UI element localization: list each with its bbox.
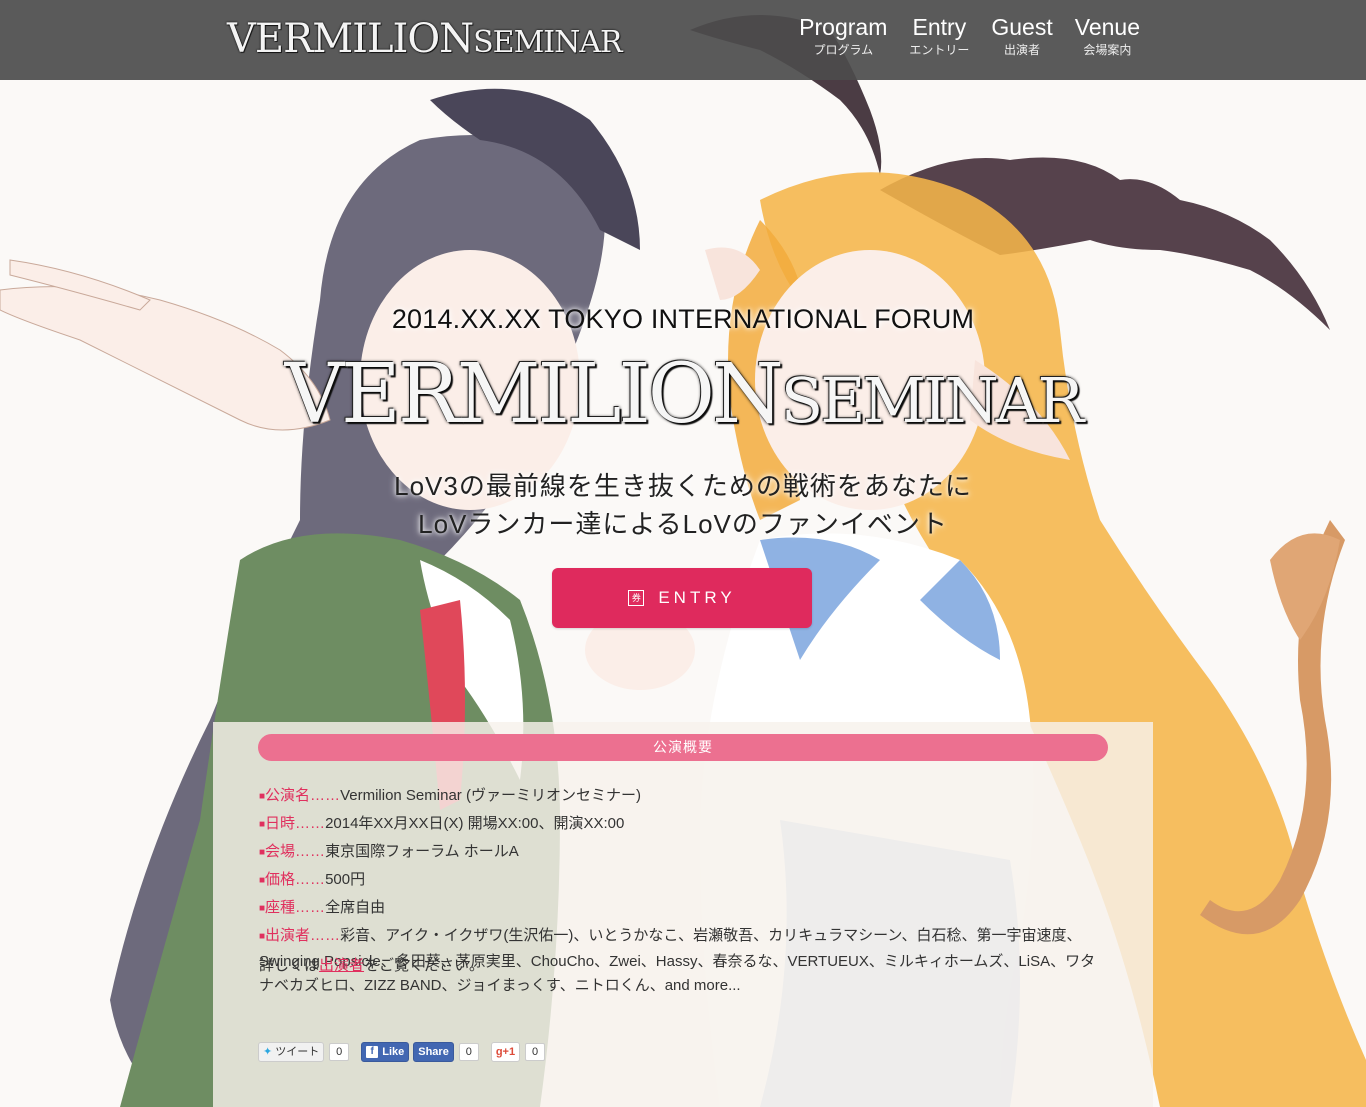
facebook-count: 0 <box>458 1043 479 1061</box>
tagline-1: LoV3の最前線を生き抜くための戦術をあなたに <box>394 471 972 501</box>
event-info-list: ■公演名……Vermilion Seminar (ヴァーミリオンセミナー) ■日… <box>259 782 1109 994</box>
nav-label: Entry <box>912 14 967 40</box>
performers-row: ■出演者……彩音、アイク・イクザワ(生沢佑一)、いとうかなこ、岩瀬敬吾、カリキュ… <box>259 927 1096 994</box>
facebook-like-button[interactable]: f Like <box>361 1042 410 1062</box>
entry-button[interactable]: 券 ENTRY <box>552 568 812 628</box>
tagline-2: LoVランカー達によるLoVのファンイベント <box>418 509 948 539</box>
nav-sublabel: 出演者 <box>1004 43 1041 57</box>
nav-sublabel: 会場案内 <box>1083 43 1132 57</box>
nav-entry[interactable]: Entry エントリー <box>909 13 969 57</box>
nav-guest[interactable]: Guest 出演者 <box>991 13 1052 57</box>
main-nav: Program プログラム Entry エントリー Guest 出演者 Venu… <box>799 13 1140 57</box>
hero-logo: VERMILIONSEMINAR <box>284 347 1084 442</box>
event-date: 2014.XX.XX TOKYO INTERNATIONAL FORUM <box>391 304 975 334</box>
nav-sublabel: エントリー <box>909 43 970 57</box>
event-overview-panel: 公演概要 ■公演名……Vermilion Seminar (ヴァーミリオンセミナ… <box>213 722 1153 1107</box>
info-row: ■日時……2014年XX月XX日(X) 開場XX:00、開演XX:00 <box>259 815 625 832</box>
nav-label: Guest <box>991 14 1053 40</box>
panel-heading: 公演概要 <box>258 734 1108 761</box>
site-logo[interactable]: VERMILIONSEMINAR <box>227 14 623 64</box>
info-row: ■価格……500円 <box>259 871 366 888</box>
nav-label: Program <box>799 14 888 40</box>
info-row: ■会場……東京国際フォーラム ホールA <box>259 843 519 860</box>
facebook-share-button[interactable]: Share <box>413 1042 454 1062</box>
site-header: VERMILIONSEMINAR Program プログラム Entry エント… <box>0 0 1366 80</box>
tweet-count: 0 <box>329 1043 350 1061</box>
nav-label: Venue <box>1074 14 1140 40</box>
performers-link[interactable]: 出演者 <box>319 957 364 974</box>
nav-sublabel: プログラム <box>813 43 874 57</box>
info-row: ■公演名……Vermilion Seminar (ヴァーミリオンセミナー) <box>259 787 641 804</box>
google-plus-button[interactable]: g +1 <box>490 1042 521 1062</box>
google-plus-count: 0 <box>525 1043 546 1061</box>
entry-label: ENTRY <box>658 588 736 607</box>
tweet-button[interactable]: ✦ ツイート <box>258 1042 325 1062</box>
info-row: ■座種……全席自由 <box>259 899 386 916</box>
social-buttons: ✦ ツイート 0 f Like Share 0 g +1 0 <box>258 1042 546 1062</box>
twitter-bird-icon: ✦ <box>263 1046 273 1058</box>
ticket-icon: 券 <box>628 590 645 606</box>
nav-program[interactable]: Program プログラム <box>799 13 887 57</box>
google-plus-icon: g <box>495 1046 503 1058</box>
facebook-icon: f <box>366 1046 379 1058</box>
nav-venue[interactable]: Venue 会場案内 <box>1075 13 1140 57</box>
